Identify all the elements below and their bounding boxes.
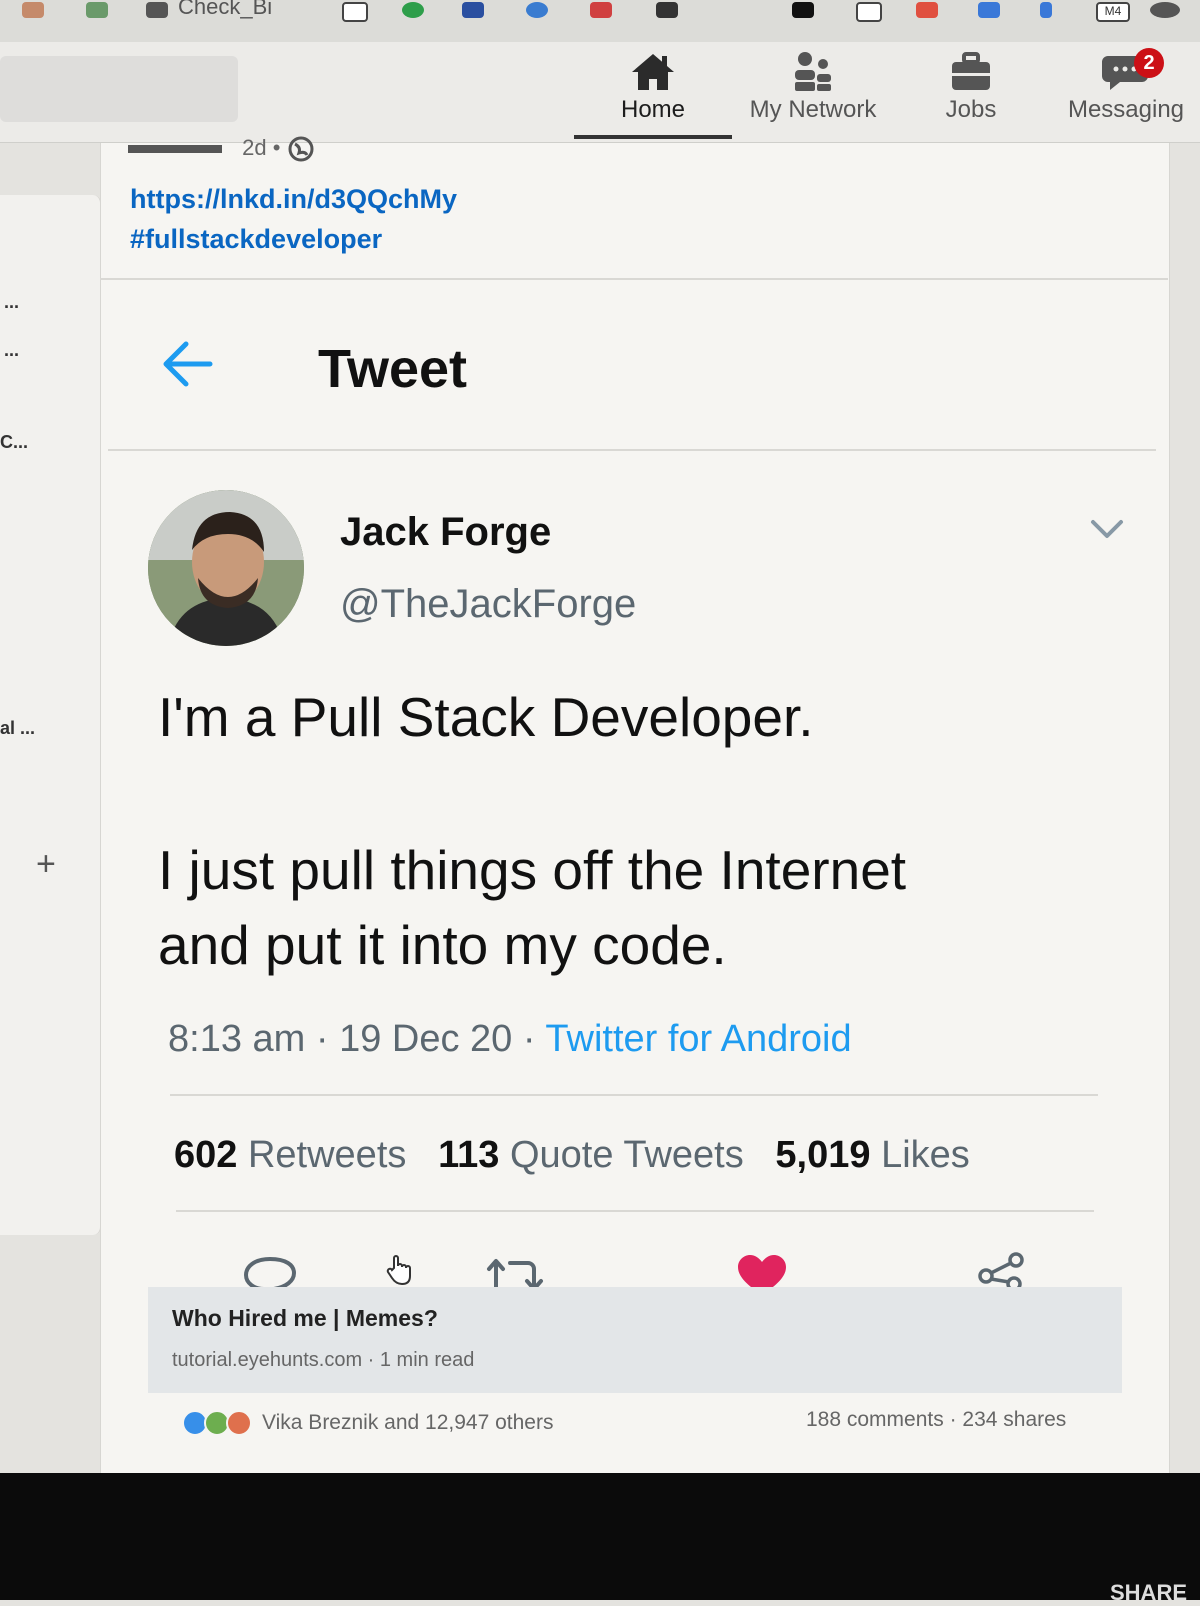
bookmark-icon[interactable] [462,2,484,18]
avatar[interactable] [148,490,304,646]
nav-jobs[interactable]: Jobs [891,48,1051,124]
bookmark-icon[interactable] [978,2,1000,18]
bookmark-icon[interactable] [402,2,424,18]
star-icon[interactable] [916,2,938,18]
browser-bookmarks-bar: Check_Bi M4 [0,0,1200,43]
network-icon [733,48,893,92]
post-hashtag[interactable]: #fullstackdeveloper [130,224,382,255]
bookmark-icon[interactable] [22,2,44,18]
tweet-header-title: Tweet [318,339,468,399]
tweet-text-line: I'm a Pull Stack Developer. [158,686,814,748]
divider [170,1094,1098,1096]
briefcase-icon [891,48,1051,92]
tweet-timestamp: 8:13 am · 19 Dec 20 · [168,1018,546,1060]
like-count[interactable]: 5,019 [775,1134,870,1176]
article-source: tutorial.eyehunts.com · 1 min read [172,1349,475,1371]
reactions-text[interactable]: Vika Breznik and 12,947 others [262,1411,553,1435]
top-nav: Home My Network Jobs 2 Messaging [0,42,1200,143]
bookmark-icon[interactable] [1040,2,1052,18]
bookmark-label[interactable]: Check_Bi [178,0,272,20]
post-time: 2d • [242,135,281,160]
back-arrow-icon[interactable] [160,340,214,393]
active-tab-indicator [574,135,732,139]
tweet-stats: 602 Retweets 113 Quote Tweets 5,019 Like… [174,1134,970,1177]
article-title[interactable]: Who Hired me | Memes? [172,1305,438,1332]
bookmark-icon[interactable] [1150,2,1180,18]
divider [100,278,1168,280]
messaging-badge: 2 [1134,48,1164,78]
tweet-author-handle[interactable]: @TheJackForge [340,582,636,627]
tweet-meta: 8:13 am · 19 Dec 20 · Twitter for Androi… [168,1018,852,1061]
sidebar-truncated-item[interactable]: ... [4,292,19,313]
love-reaction-icon [226,1410,252,1436]
bookmark-icon[interactable] [856,2,882,22]
retweet-count[interactable]: 602 [174,1134,237,1176]
nav-my-network-label: My Network [749,96,877,123]
nav-my-network[interactable]: My Network [733,48,893,124]
tweet-source[interactable]: Twitter for Android [545,1018,851,1060]
nav-home[interactable]: Home [573,48,733,124]
bookmark-icon[interactable] [590,2,612,18]
search-input[interactable] [0,56,238,122]
like-label[interactable]: Likes [881,1134,970,1176]
home-icon [573,48,733,92]
reactions-summary[interactable]: Vika Breznik and 12,947 others [182,1410,553,1436]
nav-home-label: Home [620,96,686,123]
tweet-text-line: and put it into my code. [158,914,727,976]
quote-tweet-count[interactable]: 113 [438,1134,499,1176]
nav-messaging-label: Messaging [1067,96,1185,123]
quote-tweet-label[interactable]: Quote Tweets [510,1134,744,1176]
github-icon[interactable] [146,2,168,18]
post-meta: 2d • [128,135,315,163]
sidebar-truncated-item[interactable]: al ... [0,718,35,739]
globe-icon [288,136,314,162]
sidebar-truncated-item[interactable]: C... [0,432,28,453]
nav-messaging[interactable]: 2 Messaging [1046,48,1200,124]
divider [176,1210,1094,1212]
nav-jobs-label: Jobs [945,96,997,123]
post-thumbnail [128,145,222,154]
tweet-text-line: I just pull things off the Internet [158,839,907,901]
bookmark-icon[interactable] [86,2,108,18]
hand-cursor-icon [384,1254,416,1291]
bookmark-icon[interactable] [792,2,814,18]
bookmark-icon[interactable] [342,2,368,22]
monitor-bezel [0,1473,1200,1600]
sidebar-truncated-item[interactable]: ... [4,340,19,361]
divider [108,449,1156,451]
messaging-icon: 2 [1046,48,1200,92]
bookmark-icon[interactable] [526,2,548,18]
bookmark-icon[interactable] [656,2,678,18]
tweet-author-name[interactable]: Jack Forge [340,510,551,555]
share-label: SHARE [1110,1580,1188,1605]
post-link[interactable]: https://lnkd.in/d3QQchMy [130,184,457,215]
retweet-label[interactable]: Retweets [248,1134,406,1176]
comments-shares-count[interactable]: 188 comments · 234 shares [806,1408,1066,1432]
bookmark-badge[interactable]: M4 [1096,2,1130,22]
chevron-down-icon[interactable] [1090,518,1124,545]
add-icon[interactable]: + [36,845,56,884]
article-preview[interactable]: Who Hired me | Memes? tutorial.eyehunts.… [148,1287,1122,1393]
